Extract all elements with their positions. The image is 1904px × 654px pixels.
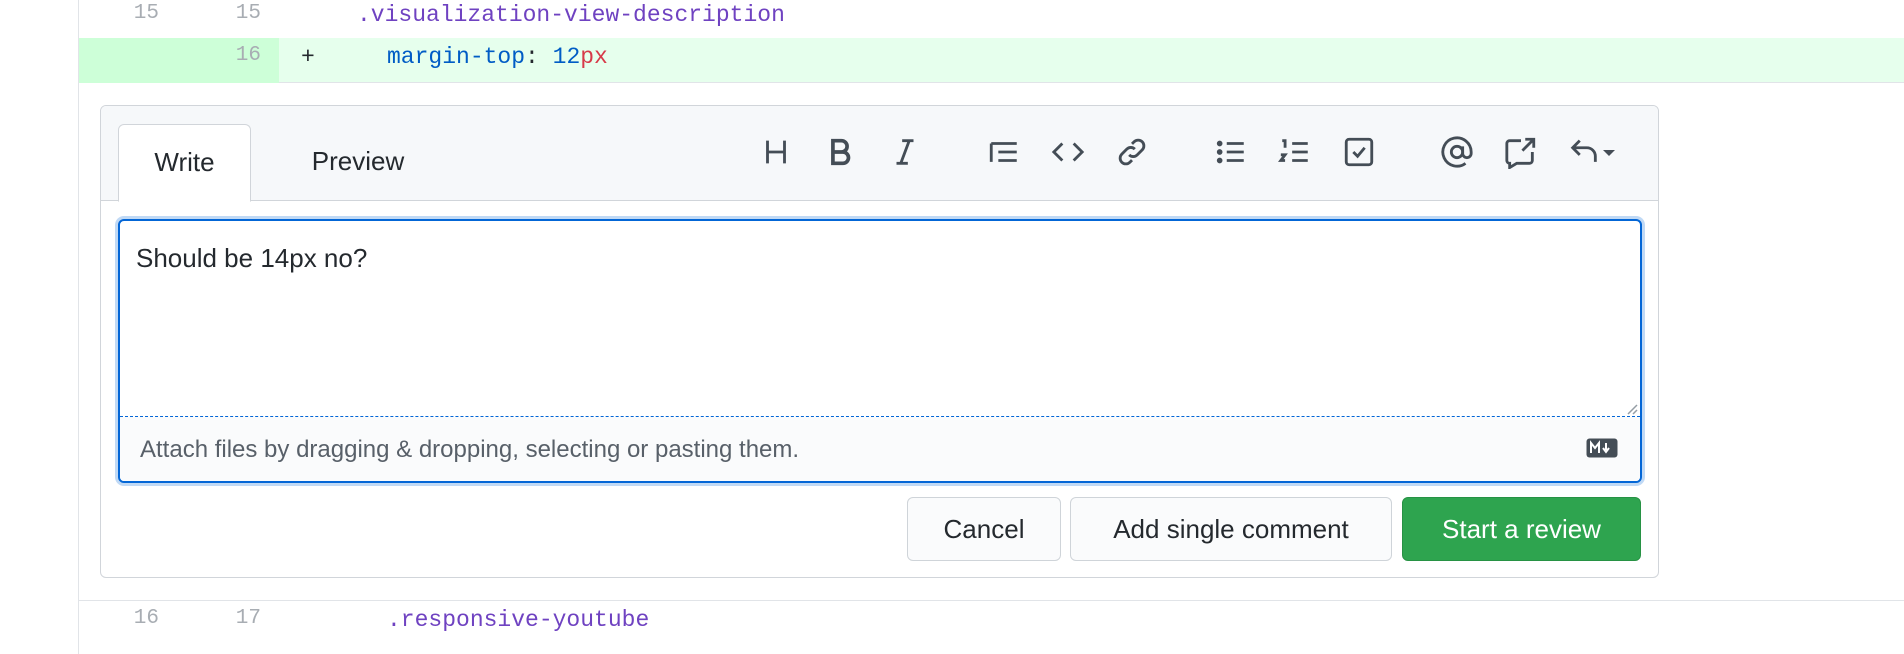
css-property: margin-top bbox=[387, 44, 526, 70]
link-icon[interactable] bbox=[1110, 130, 1154, 174]
task-list-icon[interactable] bbox=[1337, 130, 1381, 174]
unordered-list-icon[interactable] bbox=[1209, 130, 1253, 174]
resize-grip-icon[interactable] bbox=[1624, 401, 1638, 415]
old-line-number[interactable]: 15 bbox=[79, 2, 159, 25]
tab-write[interactable]: Write bbox=[118, 124, 251, 202]
code-selector: .responsive-youtube bbox=[387, 607, 650, 633]
add-single-comment-button[interactable]: Add single comment bbox=[1070, 497, 1392, 561]
attach-files-text: Attach files by dragging & dropping, sel… bbox=[140, 436, 800, 463]
heading-icon[interactable] bbox=[754, 130, 798, 174]
markdown-icon[interactable] bbox=[1586, 438, 1618, 458]
new-line-number[interactable]: 15 bbox=[181, 2, 261, 25]
ordered-list-icon[interactable] bbox=[1273, 130, 1317, 174]
diff-line-context: 16 17 .responsive-youtube bbox=[79, 601, 1904, 654]
chevron-down-icon[interactable] bbox=[1597, 130, 1621, 174]
css-number: 12 bbox=[552, 44, 581, 70]
quote-icon[interactable] bbox=[982, 130, 1026, 174]
diff-line-context: 15 15 .visualization-view-description bbox=[79, 0, 1904, 38]
new-line-number[interactable]: 16 bbox=[181, 44, 261, 67]
code-icon[interactable] bbox=[1046, 130, 1090, 174]
comment-header: Write Preview bbox=[101, 106, 1658, 202]
tab-preview[interactable]: Preview bbox=[273, 124, 443, 202]
new-line-number[interactable]: 17 bbox=[181, 607, 261, 630]
old-line-number[interactable]: 16 bbox=[79, 607, 159, 630]
css-unit: px bbox=[580, 44, 608, 70]
code-line: margin-top: 12px bbox=[387, 44, 608, 70]
start-review-button[interactable]: Start a review bbox=[1402, 497, 1641, 561]
code-separator: : bbox=[525, 44, 553, 70]
comment-textarea[interactable]: Should be 14px no? bbox=[120, 221, 1640, 417]
cross-reference-icon[interactable] bbox=[1499, 130, 1543, 174]
mention-icon[interactable] bbox=[1435, 130, 1479, 174]
code-selector: .visualization-view-description bbox=[357, 2, 785, 28]
diff-line-addition: 16 + margin-top: 12px bbox=[79, 38, 1904, 83]
comment-input-wrapper: Should be 14px no? Attach files by dragg… bbox=[118, 219, 1642, 483]
file-attachment-bar[interactable]: Attach files by dragging & dropping, sel… bbox=[120, 417, 1640, 481]
addition-marker: + bbox=[301, 44, 315, 70]
bold-icon[interactable] bbox=[818, 130, 862, 174]
italic-icon[interactable] bbox=[883, 130, 927, 174]
cancel-button[interactable]: Cancel bbox=[907, 497, 1061, 561]
